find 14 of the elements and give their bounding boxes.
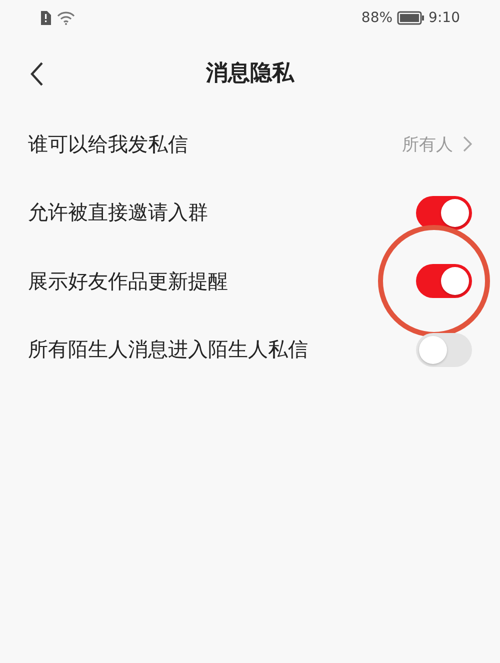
battery-percent: 88% [361, 10, 393, 26]
sim-alert-icon [40, 11, 51, 25]
toggle-switch[interactable] [416, 264, 472, 298]
clock-time: 9:10 [428, 10, 460, 26]
toggle-switch[interactable] [416, 332, 472, 367]
setting-value[interactable]: 所有人 [402, 132, 453, 156]
toggle-switch[interactable] [416, 196, 472, 230]
page-title: 消息隐私 [206, 60, 294, 88]
wifi-icon [57, 11, 75, 25]
setting-label: 展示好友作品更新提醒 [28, 268, 228, 295]
battery-icon [396, 11, 425, 25]
setting-label: 所有陌生人消息进入陌生人私信 [28, 336, 308, 364]
setting-label: 允许被直接邀请入群 [28, 199, 208, 226]
setting-label: 谁可以给我发私信 [28, 130, 188, 158]
